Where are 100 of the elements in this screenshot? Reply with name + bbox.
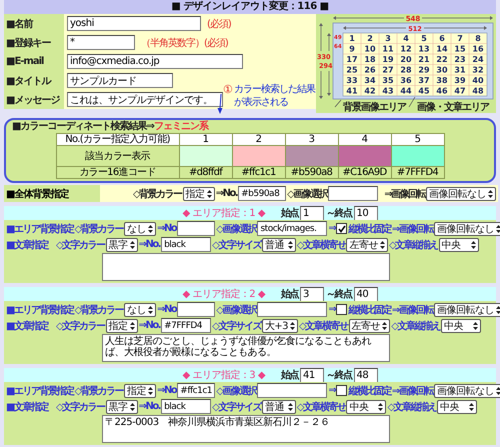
text-body-field[interactable]: 人生は芝居のごとし、じょうずな俳優が乞食になることもあれば、大根役者が殿様になることもある。 bbox=[102, 334, 390, 362]
dropdown-caret-icon bbox=[148, 224, 154, 232]
field-label: ■タイトル bbox=[4, 71, 64, 90]
horizontal-align-select[interactable]: 中央 bbox=[346, 400, 386, 414]
dropdown-caret-icon bbox=[148, 386, 154, 394]
vertical-align-label: ◇文章縦揃え bbox=[387, 400, 436, 414]
grid-cell-number: 22 bbox=[436, 55, 448, 64]
font-size-select[interactable]: 普通 bbox=[262, 400, 296, 414]
grid-cell-number: 4 bbox=[403, 34, 409, 43]
color-number-label: ⇒No. bbox=[216, 188, 238, 199]
font-size-label: ◇文字サイズ bbox=[212, 400, 261, 414]
color-code: #d8ffdf bbox=[179, 166, 232, 178]
text-field[interactable]: yoshi bbox=[67, 16, 201, 31]
callout-text: が表示される bbox=[234, 96, 288, 109]
palette-title: ■カラーコーディネート検索結果⇒フェミニン系 bbox=[12, 121, 210, 133]
vertical-align-select[interactable]: 中央 bbox=[440, 318, 481, 332]
image-path-field[interactable] bbox=[257, 302, 328, 317]
area-title: ◆ エリア指定：3 ◆ bbox=[182, 368, 266, 382]
text-settings-label: ■文章指定 bbox=[6, 238, 48, 252]
area-background-label: ■エリア背景指定 bbox=[6, 222, 74, 236]
font-size-label: ◇文字サイズ bbox=[212, 319, 261, 332]
row-label: 該当カラー表示 bbox=[56, 146, 179, 166]
grid-cell-number: 28 bbox=[400, 66, 412, 74]
text-body-field[interactable]: 〒225-0003 神奈川県横浜市青葉区新石川２－２６ bbox=[102, 415, 390, 443]
text-field[interactable]: * bbox=[67, 35, 135, 50]
aspect-lock-checkbox[interactable] bbox=[336, 304, 348, 315]
image-path-field[interactable] bbox=[257, 383, 328, 398]
background-color-label: ◇背景カラー bbox=[74, 304, 124, 316]
dropdown-caret-icon bbox=[288, 402, 293, 410]
text-color-label: ◇文字カラー bbox=[56, 319, 105, 332]
text-color-number-field[interactable]: #7FFFD4 bbox=[161, 318, 212, 333]
grid-cell-number: 5 bbox=[421, 34, 427, 43]
image-select-label: ◇画像選択 bbox=[216, 304, 256, 316]
grid-cell-number: 20 bbox=[400, 55, 412, 64]
image-rotate-select[interactable]: 画像回転なし bbox=[434, 302, 500, 316]
end-field[interactable]: 10 bbox=[354, 206, 378, 220]
image-rotate-select[interactable]: 画像回転なし bbox=[434, 222, 500, 236]
text-field[interactable]: info@cxmedia.co.jp bbox=[67, 54, 243, 69]
grid-cell-number: 40 bbox=[472, 76, 484, 85]
font-size-select[interactable]: 普通 bbox=[262, 238, 296, 252]
font-size-select[interactable]: 大+3 bbox=[262, 318, 298, 332]
grid-cell-number: 18 bbox=[364, 55, 376, 64]
text-color-select[interactable]: 指定 bbox=[106, 318, 138, 332]
grid-cell-number: 23 bbox=[454, 55, 466, 64]
color-number-label: ⇒No bbox=[157, 223, 176, 234]
horizontal-align-select[interactable]: 左寄せ bbox=[346, 238, 388, 252]
color-number-field[interactable]: #b590a8 bbox=[238, 186, 286, 201]
start-field[interactable]: 3 bbox=[300, 286, 324, 302]
color-number-field[interactable] bbox=[177, 302, 216, 317]
image-rotate-select[interactable]: 画像回転なし bbox=[426, 186, 496, 200]
text-color-select[interactable]: 黒字 bbox=[106, 238, 138, 252]
background-color-select[interactable]: 指定 bbox=[182, 186, 215, 200]
image-select-label: ◇画像選択 bbox=[287, 188, 328, 200]
image-rotate-label: ⇒画像回転 bbox=[392, 386, 433, 398]
arrow-label: ⇒ bbox=[328, 304, 336, 315]
page-title: ■ デザインレイアウト変更：116 ■ bbox=[4, 0, 496, 14]
start-field[interactable]: 1 bbox=[300, 206, 324, 220]
horizontal-align-select[interactable]: 左寄せ bbox=[348, 318, 390, 332]
background-color-select[interactable]: 指定 bbox=[124, 384, 156, 398]
grid-cell-number: 46 bbox=[436, 86, 448, 96]
text-color-number-field[interactable]: black bbox=[161, 237, 212, 252]
aspect-lock-checkbox[interactable] bbox=[336, 385, 348, 396]
grid-cell-number: 33 bbox=[346, 76, 358, 85]
text-settings-label: ■文章指定 bbox=[6, 319, 48, 332]
background-color-select[interactable]: なし bbox=[124, 302, 156, 316]
color-number-field[interactable] bbox=[177, 221, 216, 236]
grid-cell-number: 29 bbox=[418, 66, 430, 74]
field-label: ■E-mail bbox=[4, 52, 64, 71]
end-field[interactable]: 48 bbox=[354, 368, 378, 382]
text-color-number-field[interactable]: black bbox=[161, 399, 212, 414]
color-number-field[interactable]: #ffc1c1 bbox=[177, 383, 216, 398]
start-label: 始点 bbox=[281, 368, 298, 382]
vertical-align-select[interactable]: 中央 bbox=[437, 400, 478, 414]
text-field[interactable]: これは、サンプルデザインです。 bbox=[67, 92, 223, 107]
aspect-lock-checkbox[interactable] bbox=[336, 223, 348, 234]
grid-cell-number: 1 bbox=[349, 34, 355, 43]
background-color-label: ◇背景カラー bbox=[74, 224, 124, 236]
grid-cell-number: 10 bbox=[364, 44, 376, 54]
background-color-select[interactable]: なし bbox=[124, 222, 156, 236]
vertical-align-select[interactable]: 中央 bbox=[438, 238, 479, 252]
image-path-field[interactable]: stock/images. bbox=[257, 221, 328, 236]
grid-cell-number: 11 bbox=[382, 44, 394, 54]
dropdown-caret-icon bbox=[206, 190, 212, 198]
area-label: 背景画像エリア bbox=[343, 102, 406, 113]
area-title: ◆ エリア指定：1 ◆ bbox=[182, 206, 266, 220]
grid-cell-number: 16 bbox=[472, 44, 484, 54]
dropdown-caret-icon bbox=[290, 322, 296, 330]
start-field[interactable]: 41 bbox=[300, 368, 324, 382]
text-field[interactable]: サンプルカード bbox=[67, 73, 173, 88]
image-rotate-select[interactable]: 画像回転なし bbox=[434, 384, 500, 398]
leader-line bbox=[408, 96, 416, 108]
arrow-label: ⇒ bbox=[328, 223, 336, 234]
color-number: 3 bbox=[285, 134, 338, 146]
color-code: #ffc1c1 bbox=[232, 166, 285, 178]
vertical-align-label: ◇文章縦揃え bbox=[388, 238, 438, 252]
end-field[interactable]: 40 bbox=[354, 286, 378, 302]
text-body-field[interactable] bbox=[102, 253, 390, 281]
end-label: ～終点 bbox=[326, 206, 352, 220]
image-path-field[interactable] bbox=[328, 186, 378, 201]
text-color-select[interactable]: 黒字 bbox=[106, 400, 138, 414]
